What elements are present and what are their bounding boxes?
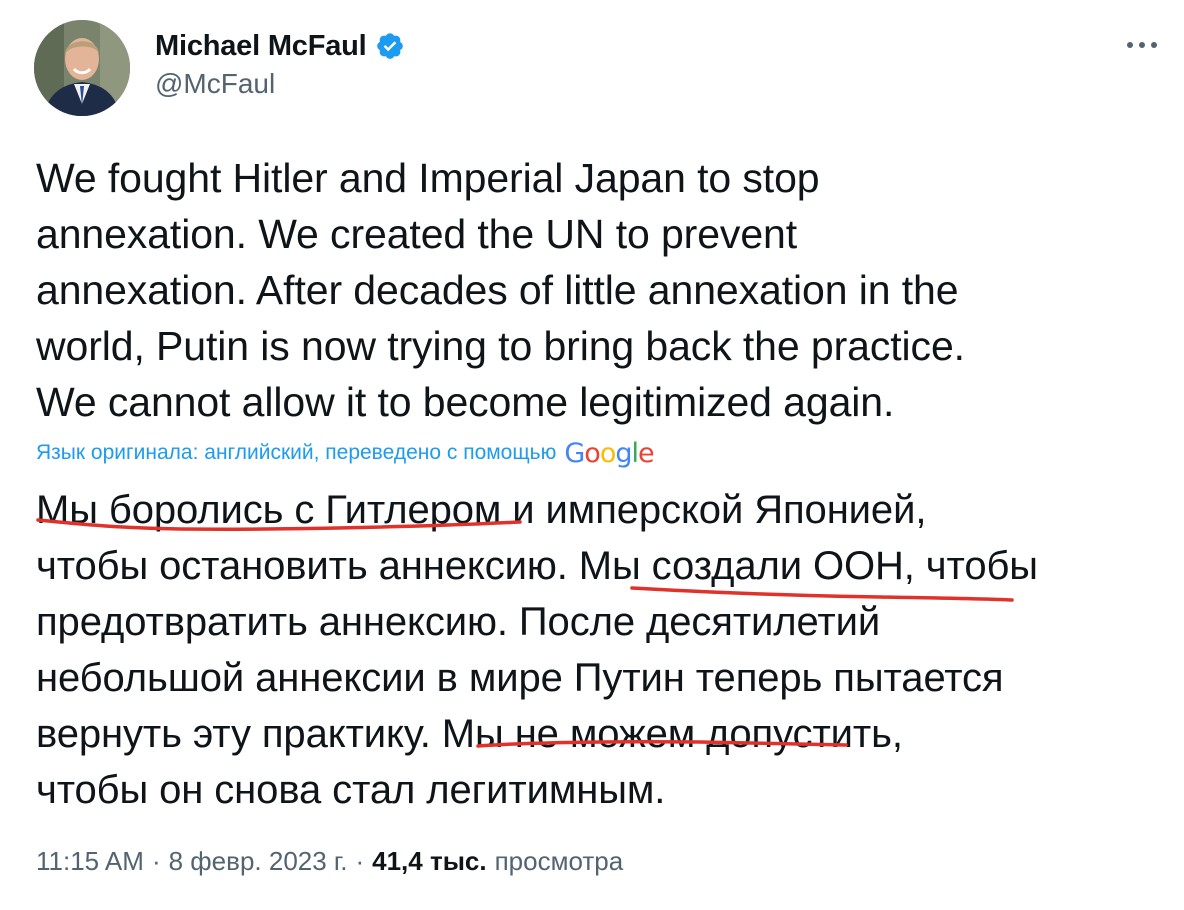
tweet-original-text: We fought Hitler and Imperial Japan to s…	[36, 155, 965, 425]
views-count: 41,4 тыс.	[372, 846, 487, 876]
author-handle[interactable]: @McFaul	[155, 68, 405, 100]
tweet-time[interactable]: 11:15 AM	[36, 846, 144, 877]
avatar[interactable]	[34, 20, 130, 116]
views-label: просмотра	[494, 846, 624, 876]
separator-dot: ·	[355, 846, 365, 876]
tweet-translated-text: Мы боролись с Гитлером и имперской Япони…	[36, 488, 1038, 812]
tweet-metadata: 11:15 AM · 8 февр. 2023 г. · 41,4 тыс. п…	[36, 846, 623, 877]
author-display-name[interactable]: Michael McFaul	[155, 30, 367, 63]
more-horizontal-icon	[1127, 42, 1157, 48]
translation-note-text[interactable]: Язык оригинала: английский, переведено с…	[36, 441, 556, 465]
verified-badge-icon	[375, 31, 405, 61]
tweet-author: Michael McFaul @McFaul	[155, 28, 405, 100]
separator-dot: ·	[151, 846, 161, 876]
author-name-row: Michael McFaul	[155, 28, 405, 64]
more-options-button[interactable]	[1124, 30, 1160, 60]
translation-attribution[interactable]: Язык оригинала: английский, переведено с…	[36, 436, 655, 470]
profile-photo	[34, 20, 130, 116]
google-logo-icon: Google	[564, 437, 654, 469]
tweet-date[interactable]: 8 февр. 2023 г.	[169, 846, 348, 877]
